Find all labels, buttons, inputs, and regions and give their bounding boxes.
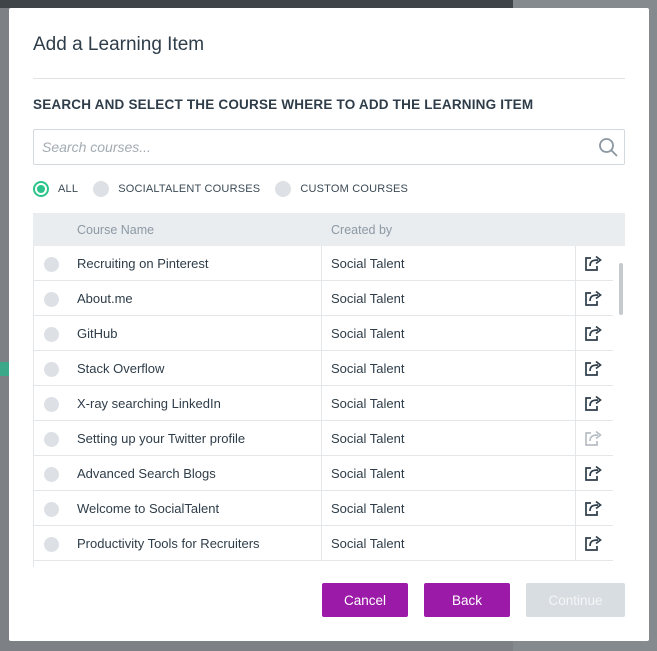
filter-custom-courses[interactable]: CUSTOM COURSES xyxy=(275,181,408,197)
title-divider xyxy=(33,78,625,79)
table-left-border xyxy=(33,246,34,567)
cancel-button[interactable]: Cancel xyxy=(322,583,408,617)
table-header: Course Name Created by xyxy=(33,213,625,246)
column-divider xyxy=(321,351,322,386)
course-name-cell: Productivity Tools for Recruiters xyxy=(77,536,260,551)
row-select-radio[interactable] xyxy=(44,362,59,377)
table-row[interactable]: Setting up your Twitter profile Social Ta… xyxy=(33,421,613,456)
open-course-icon[interactable] xyxy=(584,254,604,272)
row-select-radio[interactable] xyxy=(44,397,59,412)
back-button[interactable]: Back xyxy=(424,583,510,617)
continue-button[interactable]: Continue xyxy=(526,583,625,617)
column-divider xyxy=(321,526,322,561)
radio-all[interactable] xyxy=(33,181,49,197)
courses-table: Course Name Created by Recruiting on Pin… xyxy=(33,213,625,567)
row-select-radio[interactable] xyxy=(44,257,59,272)
column-divider xyxy=(575,281,576,316)
open-course-icon[interactable] xyxy=(584,324,604,342)
table-row[interactable]: Welcome to SocialTalent Social Talent xyxy=(33,491,613,526)
column-divider xyxy=(575,351,576,386)
open-course-icon[interactable] xyxy=(584,499,604,517)
column-course-name: Course Name xyxy=(77,223,155,237)
course-name-cell: Setting up your Twitter profile xyxy=(77,431,246,446)
column-divider xyxy=(321,386,322,421)
column-divider xyxy=(321,246,322,281)
created-by-cell: Social Talent xyxy=(331,361,405,376)
table-row[interactable]: X-ray searching LinkedIn Social Talent xyxy=(33,386,613,421)
created-by-cell: Social Talent xyxy=(331,466,405,481)
created-by-cell: Social Talent xyxy=(331,536,405,551)
table-body: Recruiting on Pinterest Social Talent Abou… xyxy=(33,246,625,567)
open-course-icon[interactable] xyxy=(584,534,604,552)
filter-label-socialtalent-courses: SOCIALTALENT COURSES xyxy=(118,183,261,195)
column-divider xyxy=(575,456,576,491)
section-label: SEARCH AND SELECT THE COURSE WHERE TO AD… xyxy=(33,97,534,112)
column-divider xyxy=(575,316,576,351)
table-row[interactable]: Stack Overflow Social Talent xyxy=(33,351,613,386)
background-header xyxy=(0,0,513,8)
column-divider xyxy=(575,526,576,561)
table-scrollbar-thumb[interactable] xyxy=(619,263,623,315)
radio-custom-courses[interactable] xyxy=(275,181,292,197)
table-row[interactable]: GitHub Social Talent xyxy=(33,316,613,351)
created-by-cell: Social Talent xyxy=(331,396,405,411)
radio-socialtalent-courses[interactable] xyxy=(93,181,110,197)
open-course-icon[interactable] xyxy=(584,289,604,307)
created-by-cell: Social Talent xyxy=(331,256,405,271)
course-filter-group: ALL SOCIALTALENT COURSES CUSTOM COURSES xyxy=(33,180,423,198)
column-divider xyxy=(575,421,576,456)
course-name-cell: X-ray searching LinkedIn xyxy=(77,396,221,411)
row-select-radio[interactable] xyxy=(44,467,59,482)
row-select-radio[interactable] xyxy=(44,502,59,517)
table-row[interactable]: Recruiting on Pinterest Social Talent xyxy=(33,246,613,281)
created-by-cell: Social Talent xyxy=(331,291,405,306)
column-divider xyxy=(321,456,322,491)
created-by-cell: Social Talent xyxy=(331,326,405,341)
search-icon[interactable] xyxy=(598,137,618,157)
filter-label-custom-courses: CUSTOM COURSES xyxy=(300,183,409,195)
modal-title: Add a Learning Item xyxy=(33,34,205,55)
filter-socialtalent-courses[interactable]: SOCIALTALENT COURSES xyxy=(93,181,260,197)
column-divider xyxy=(575,246,576,281)
column-divider xyxy=(321,281,322,316)
open-course-icon[interactable] xyxy=(584,464,604,482)
search-box xyxy=(33,129,625,165)
row-select-radio[interactable] xyxy=(44,327,59,342)
row-select-radio[interactable] xyxy=(44,537,59,552)
open-course-icon[interactable] xyxy=(584,429,604,447)
table-row[interactable]: About.me Social Talent xyxy=(33,281,613,316)
column-divider xyxy=(321,491,322,526)
filter-all[interactable]: ALL xyxy=(33,181,78,197)
search-input[interactable] xyxy=(34,130,584,164)
course-name-cell: Advanced Search Blogs xyxy=(77,466,216,481)
table-row[interactable]: Advanced Search Blogs Social Talent xyxy=(33,456,613,491)
column-divider xyxy=(321,316,322,351)
created-by-cell: Social Talent xyxy=(331,501,405,516)
course-name-cell: About.me xyxy=(77,291,133,306)
column-divider xyxy=(575,386,576,421)
column-divider xyxy=(321,421,322,456)
filter-label-all: ALL xyxy=(58,183,79,195)
created-by-cell: Social Talent xyxy=(331,431,405,446)
add-learning-item-modal: Add a Learning Item SEARCH AND SELECT TH… xyxy=(9,8,649,641)
course-name-cell: Stack Overflow xyxy=(77,361,165,376)
open-course-icon[interactable] xyxy=(584,359,604,377)
course-name-cell: GitHub xyxy=(77,326,118,341)
row-select-radio[interactable] xyxy=(44,292,59,307)
column-created-by: Created by xyxy=(331,223,393,237)
column-divider xyxy=(575,491,576,526)
row-select-radio[interactable] xyxy=(44,432,59,447)
table-row[interactable]: Productivity Tools for Recruiters Social … xyxy=(33,526,613,561)
course-name-cell: Welcome to SocialTalent xyxy=(77,501,220,516)
open-course-icon[interactable] xyxy=(584,394,604,412)
course-name-cell: Recruiting on Pinterest xyxy=(77,256,209,271)
